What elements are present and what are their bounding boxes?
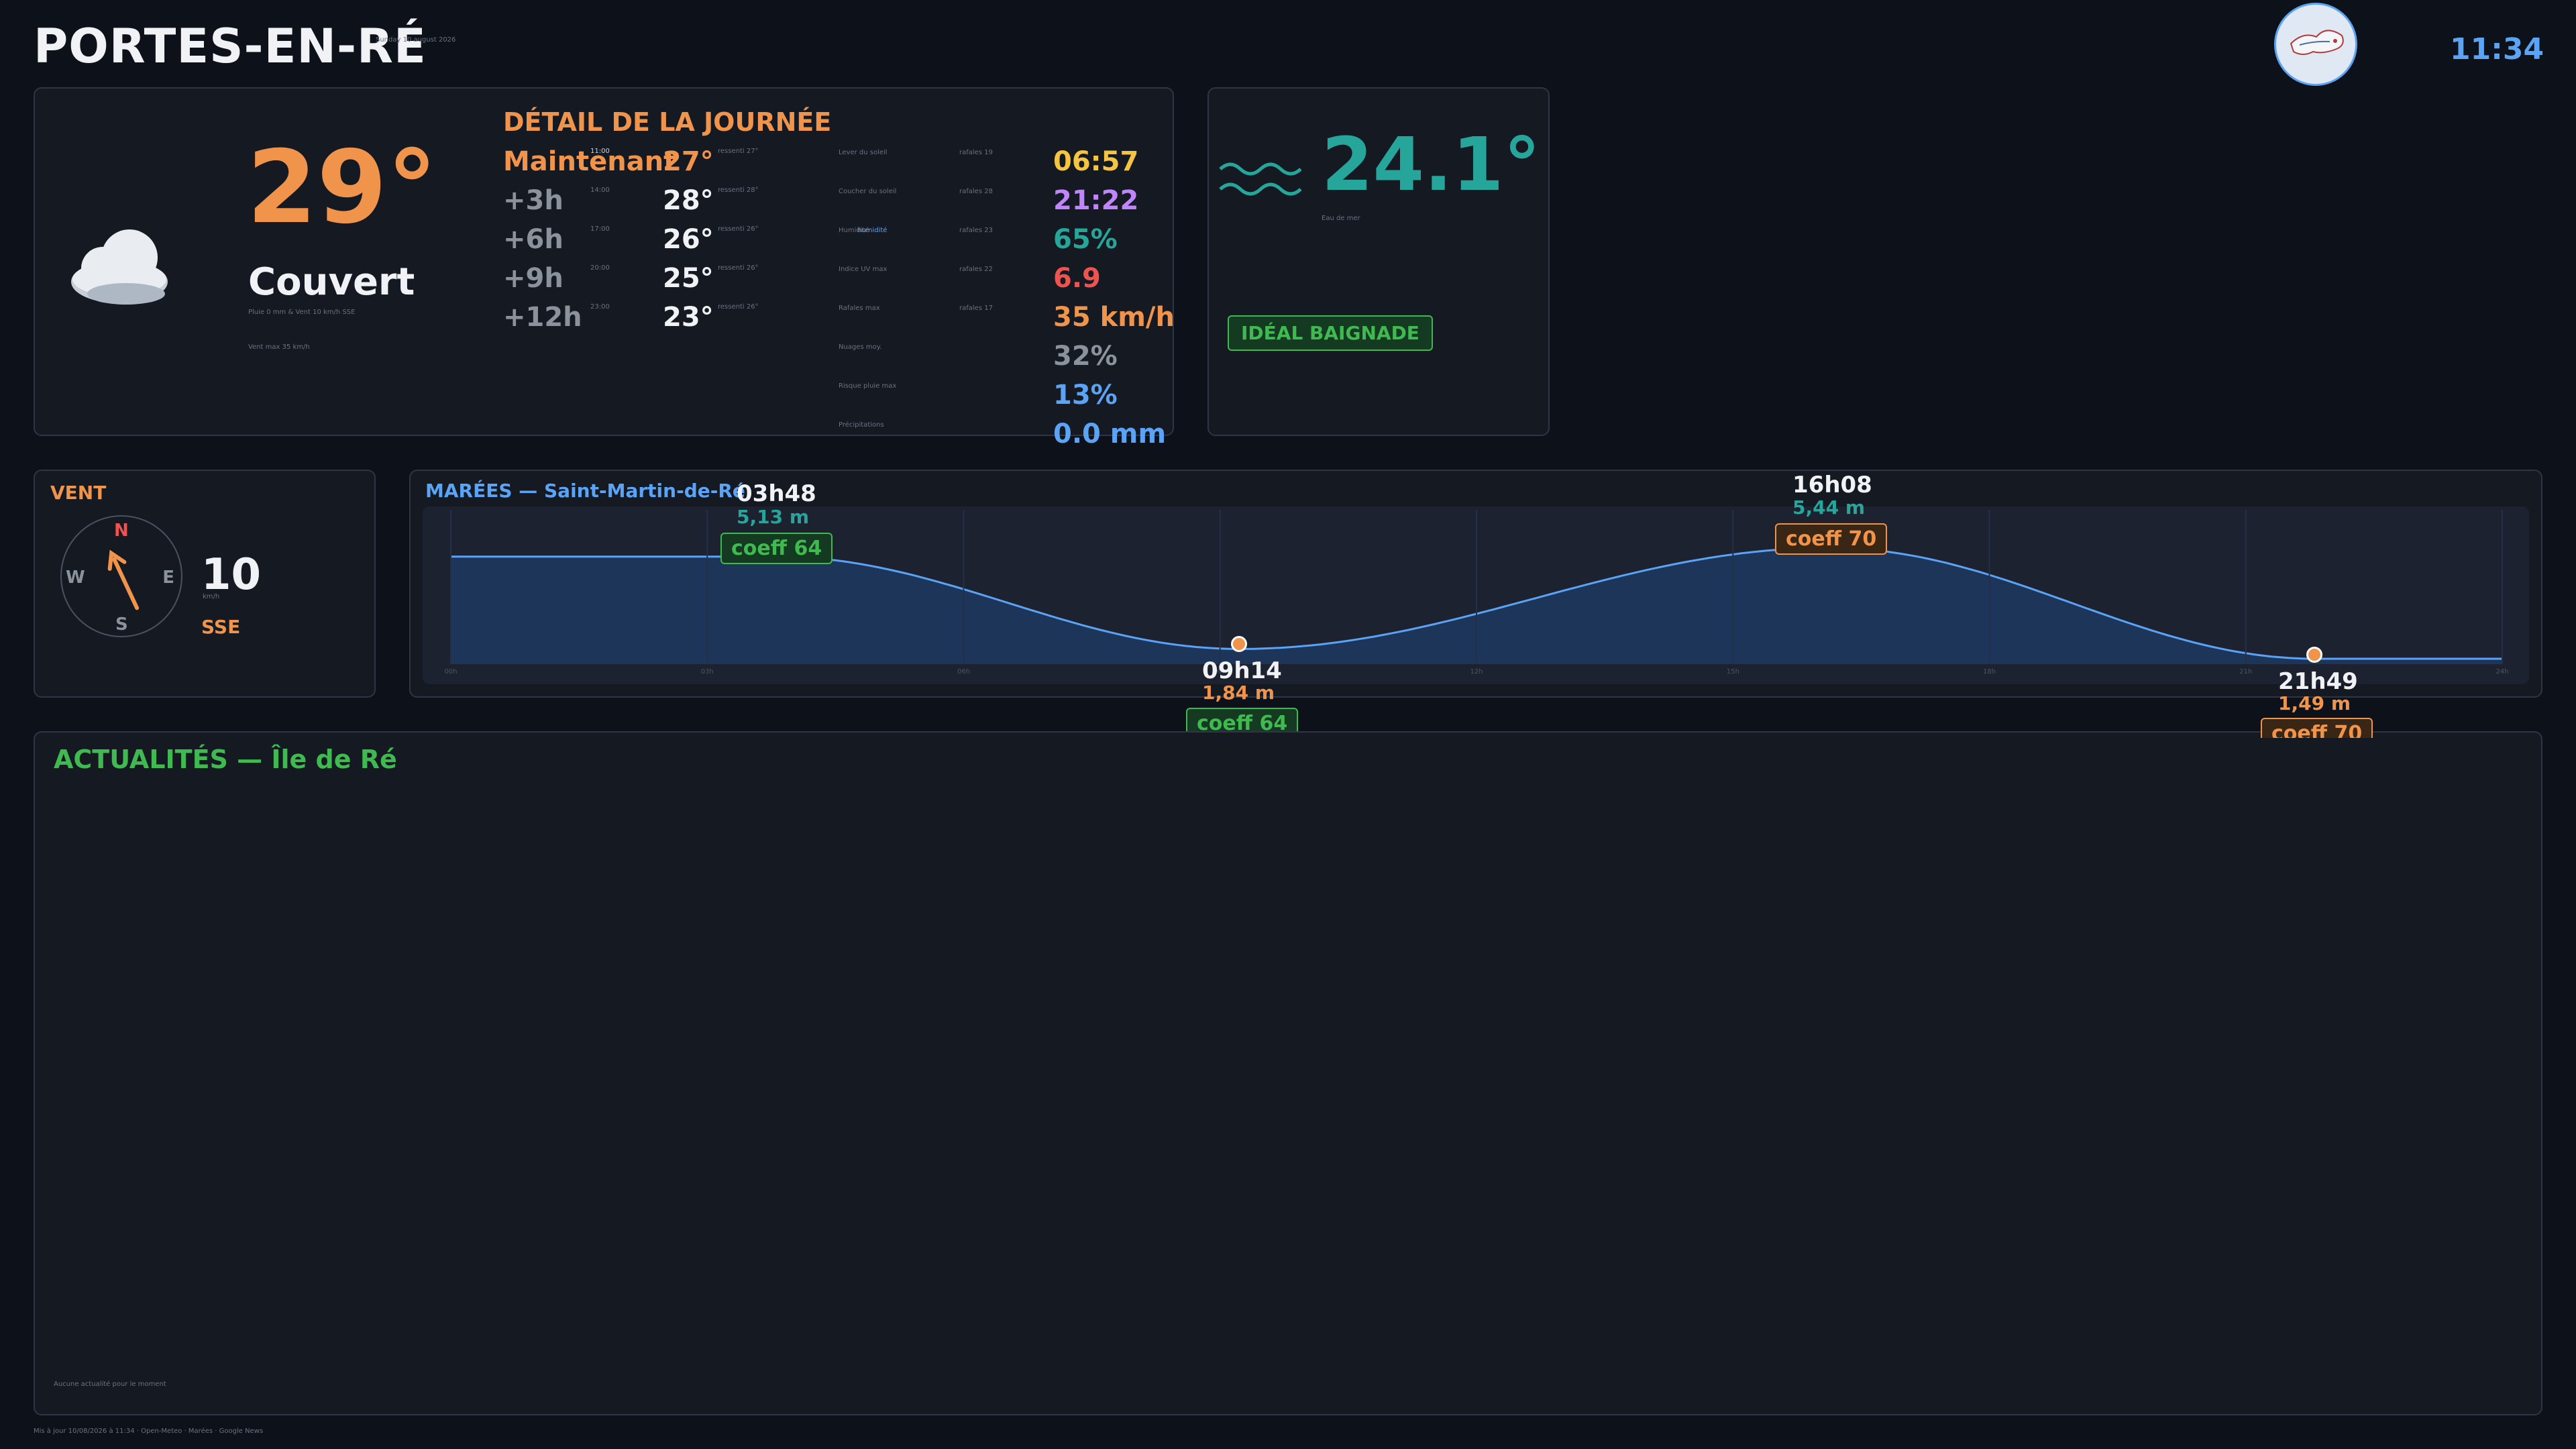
tide-height: 1,49 m <box>2278 692 2351 714</box>
stat-sub: rafales 22 <box>959 266 993 273</box>
stat-sub: rafales 23 <box>959 227 993 234</box>
waves-icon <box>1218 156 1302 205</box>
clock: 11:34 <box>2450 32 2544 66</box>
forecast-feel: ressenti 27° <box>718 148 759 155</box>
island-map-logo[interactable] <box>2274 3 2357 86</box>
tide-height: 5,44 m <box>1792 496 1866 519</box>
stat-value: 6.9 <box>1053 263 1101 294</box>
stat-value: 32% <box>1053 341 1118 372</box>
tide-coeff-badge: coeff 70 <box>1775 523 1888 555</box>
wind-arrow-icon <box>107 549 140 610</box>
tide-time: 09h14 <box>1202 657 1282 684</box>
stat-value: 13% <box>1053 380 1118 411</box>
stat-label: Précipitations <box>839 421 884 429</box>
stat-sub: rafales 28 <box>959 188 993 195</box>
tide-low-marker <box>1231 636 1247 652</box>
forecast-hour: 23:00 <box>590 303 610 311</box>
forecast-feel: ressenti 28° <box>718 186 759 194</box>
tide-overflow-clip: coeff 70 <box>2261 718 2375 738</box>
news-card <box>34 731 2542 1415</box>
tides-title: MARÉES — Saint-Martin-de-Ré <box>425 480 745 502</box>
forecast-temp: 25° <box>663 263 714 294</box>
stat-label: Indice UV max <box>839 266 888 273</box>
forecast-temp: 23° <box>663 302 714 333</box>
stat-label: Lever du soleil <box>839 149 888 156</box>
tide-height: 1,84 m <box>1202 682 1275 704</box>
stat-value: 06:57 <box>1053 146 1139 177</box>
stat-sub: rafales 17 <box>959 305 993 312</box>
wind-direction: SSE <box>201 616 241 638</box>
forecast-feel: ressenti 26° <box>718 225 759 233</box>
forecast-hour: 20:00 <box>590 264 610 272</box>
stat-label: Risque pluie max <box>839 382 897 390</box>
stat-label: Coucher du soleil <box>839 188 897 195</box>
stat-value: 21:22 <box>1053 185 1139 216</box>
tide-time: 16h08 <box>1792 472 1872 498</box>
tide-coeff-badge: coeff 64 <box>720 533 833 564</box>
tide-time: 21h49 <box>2278 668 2358 695</box>
forecast-label: +6h <box>503 224 564 255</box>
forecast-hour: 17:00 <box>590 225 610 233</box>
tide-low-marker <box>2306 647 2322 663</box>
stat-label: Nuages moy. <box>839 343 882 351</box>
swim-badge: IDÉAL BAIGNADE <box>1228 315 1433 351</box>
date-label: Sunday 10 august 2026 <box>376 36 456 44</box>
rain-wind-line: Pluie 0 mm & Vent 10 km/h SSE <box>248 309 356 316</box>
tide-height: 5,13 m <box>737 506 810 528</box>
forecast-feel: ressenti 26° <box>718 264 759 272</box>
stat-value: 0.0 mm <box>1053 419 1167 449</box>
footer-status: Mis à jour 10/08/2026 à 11:34 · Open-Met… <box>34 1428 264 1435</box>
stat-value: 35 km/h <box>1053 302 1175 333</box>
forecast-temp: 26° <box>663 224 714 255</box>
forecast-label: +3h <box>503 185 564 216</box>
condition-label: Couvert <box>248 260 415 304</box>
current-temp: 29° <box>247 129 437 246</box>
wind-unit: km/h <box>203 593 220 600</box>
forecast-hour: 11:00 <box>590 148 610 155</box>
forecast-label: +9h <box>503 263 564 294</box>
stat-value: 65% <box>1053 224 1118 255</box>
sea-temp: 24.1° <box>1322 121 1541 207</box>
tide-time: 03h48 <box>737 480 816 507</box>
stat-sub: rafales 19 <box>959 149 993 156</box>
sea-label: Eau de mer <box>1322 215 1360 222</box>
cloud-icon <box>66 215 173 311</box>
stat-extra: humidité <box>857 227 888 234</box>
detail-title: DÉTAIL DE LA JOURNÉE <box>503 107 832 137</box>
wind-max-line: Vent max 35 km/h <box>248 343 310 351</box>
forecast-temp: 27° <box>663 146 714 177</box>
forecast-temp: 28° <box>663 185 714 216</box>
forecast-hour: 14:00 <box>590 186 610 194</box>
weather-card <box>34 87 1174 436</box>
forecast-label: +12h <box>503 302 582 333</box>
stat-label: Rafales max <box>839 305 880 312</box>
forecast-feel: ressenti 26° <box>718 303 759 311</box>
wind-speed: 10 <box>201 550 262 600</box>
location-title: PORTES-EN-RÉ <box>34 19 427 74</box>
wind-title: VENT <box>50 482 107 504</box>
compass: N E S W <box>60 515 182 637</box>
news-empty: Aucune actualité pour le moment <box>54 1381 166 1388</box>
tide-coeff-badge: coeff 70 <box>2261 718 2373 738</box>
news-title: ACTUALITÉS — Île de Ré <box>54 745 397 774</box>
